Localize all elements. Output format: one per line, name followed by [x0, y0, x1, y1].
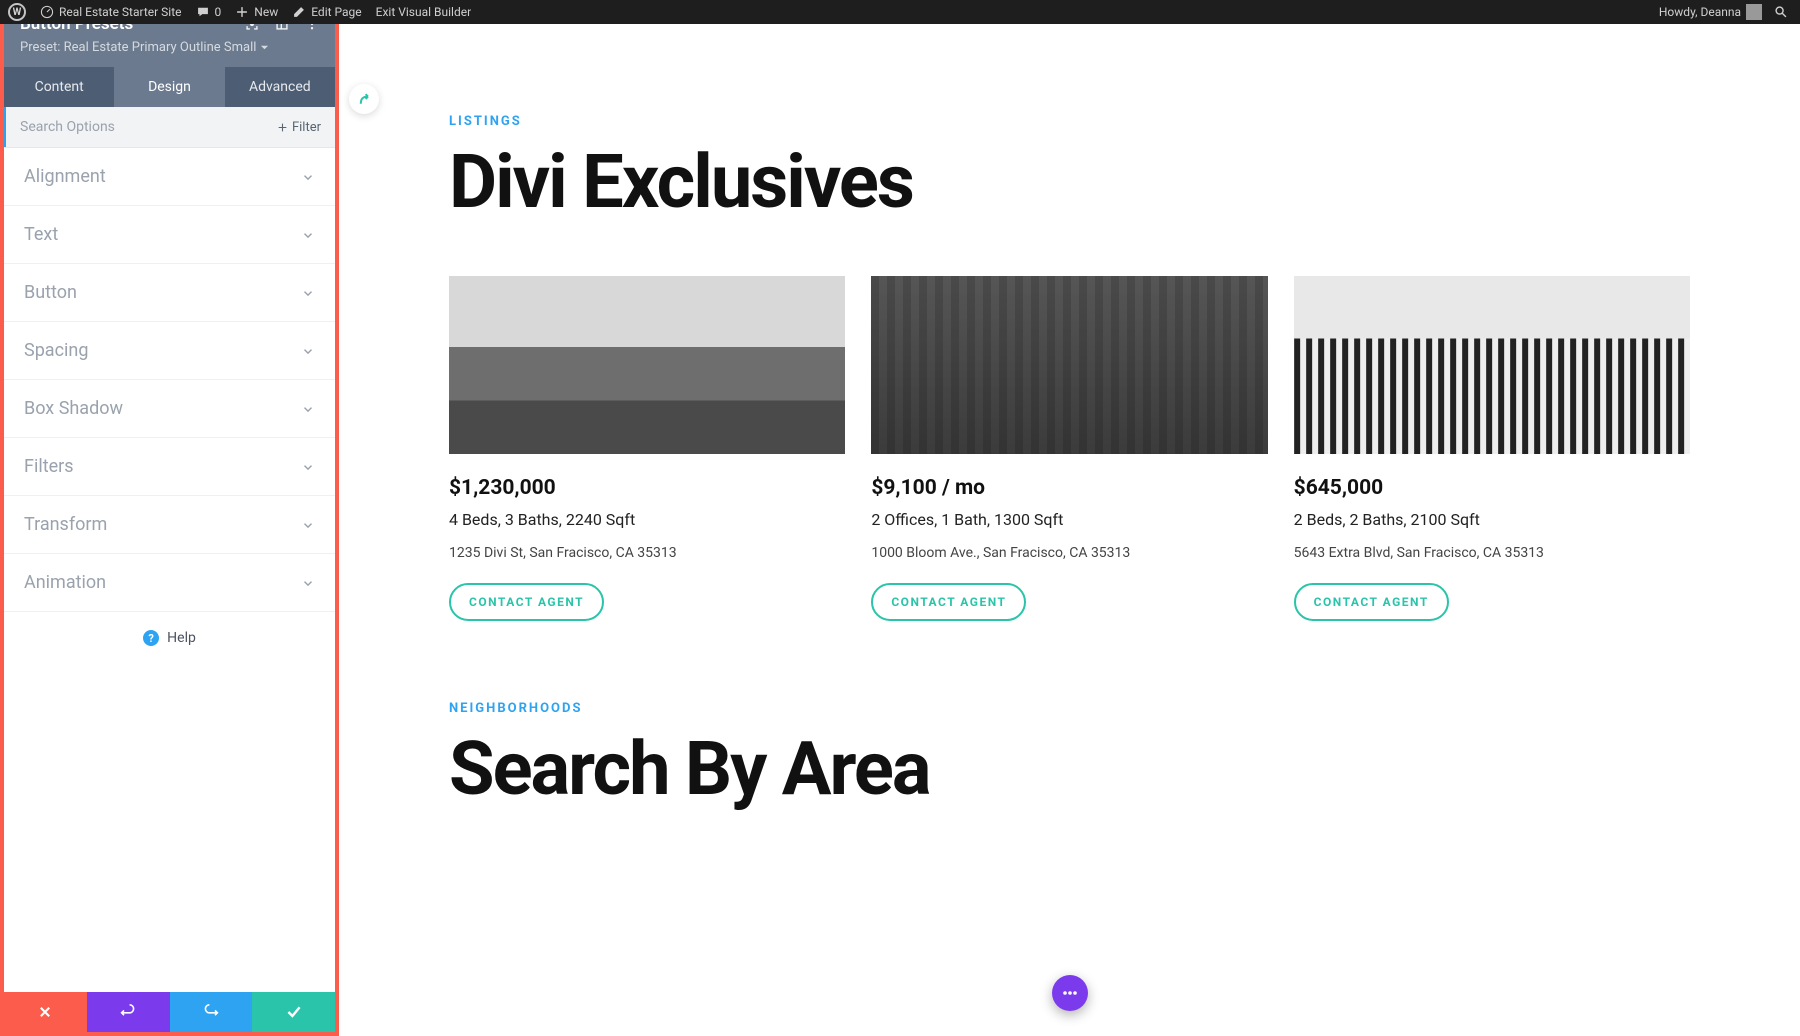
undo-button[interactable] — [87, 992, 170, 1032]
chevron-down-icon — [301, 228, 315, 242]
plus-icon — [277, 122, 288, 133]
section-animation[interactable]: Animation — [4, 554, 335, 612]
listing-image — [449, 276, 845, 454]
listing-price: $1,230,000 — [449, 476, 845, 500]
neighborhoods-eyebrow: NEIGHBORHOODS — [449, 701, 1690, 716]
chevron-down-icon — [301, 576, 315, 590]
drag-handle[interactable] — [349, 84, 379, 114]
listing-image — [1294, 276, 1690, 454]
tab-design[interactable]: Design — [114, 67, 224, 107]
builder-fab[interactable] — [1052, 975, 1088, 1011]
plus-icon — [235, 5, 249, 19]
pencil-icon — [292, 5, 306, 19]
settings-panel: Button Presets Preset: Real Estate Prima… — [0, 0, 339, 1036]
new-label: New — [254, 5, 278, 19]
filter-label: Filter — [292, 120, 321, 135]
listings-title: Divi Exclusives — [449, 139, 1690, 226]
chevron-down-icon — [301, 518, 315, 532]
listing-specs: 4 Beds, 3 Baths, 2240 Sqft — [449, 510, 845, 529]
close-icon — [38, 1005, 52, 1019]
listing-price: $9,100 / mo — [871, 476, 1267, 500]
chevron-down-icon — [301, 170, 315, 184]
site-name-text: Real Estate Starter Site — [59, 5, 182, 19]
exit-visual-builder-button[interactable]: Exit Visual Builder — [376, 5, 472, 19]
chevron-down-icon — [301, 344, 315, 358]
listing-card: $1,230,000 4 Beds, 3 Baths, 2240 Sqft 12… — [449, 276, 845, 621]
panel-footer — [4, 992, 335, 1032]
wp-admin-bar: W Real Estate Starter Site 0 New Edit Pa… — [0, 0, 1800, 24]
redo-icon — [203, 1004, 219, 1020]
comments-link[interactable]: 0 — [196, 5, 222, 19]
contact-agent-button[interactable]: CONTACT AGENT — [1294, 583, 1449, 621]
listings-grid: $1,230,000 4 Beds, 3 Baths, 2240 Sqft 12… — [449, 276, 1690, 621]
edit-page-label: Edit Page — [311, 5, 361, 19]
section-filters[interactable]: Filters — [4, 438, 335, 496]
page-content: LISTINGS Divi Exclusives $1,230,000 4 Be… — [339, 24, 1800, 1036]
save-button[interactable] — [252, 992, 335, 1032]
listing-address: 1235 Divi St, San Fracisco, CA 35313 — [449, 545, 845, 561]
help-label: Help — [167, 630, 196, 646]
neighborhoods-section: NEIGHBORHOODS Search By Area — [449, 701, 1690, 813]
arrow-up-icon — [356, 91, 372, 107]
chevron-down-icon — [260, 43, 269, 52]
section-button[interactable]: Button — [4, 264, 335, 322]
undo-icon — [120, 1004, 136, 1020]
dashboard-icon — [40, 5, 54, 19]
filter-button[interactable]: Filter — [263, 120, 335, 135]
tab-advanced[interactable]: Advanced — [225, 67, 335, 107]
preset-select[interactable]: Preset: Real Estate Primary Outline Smal… — [20, 40, 319, 55]
check-icon — [286, 1004, 302, 1020]
listing-address: 5643 Extra Blvd, San Fracisco, CA 35313 — [1294, 545, 1690, 561]
greeting-text: Howdy, Deanna — [1659, 5, 1741, 19]
help-button[interactable]: ? Help — [4, 612, 335, 664]
tab-content[interactable]: Content — [4, 67, 114, 107]
sections-list: Alignment Text Button Spacing Box Shadow… — [4, 148, 335, 992]
listing-specs: 2 Beds, 2 Baths, 2100 Sqft — [1294, 510, 1690, 529]
new-content-button[interactable]: New — [235, 5, 278, 19]
account-link[interactable]: Howdy, Deanna — [1659, 4, 1762, 20]
comment-count: 0 — [215, 5, 222, 19]
listing-price: $645,000 — [1294, 476, 1690, 500]
contact-agent-button[interactable]: CONTACT AGENT — [449, 583, 604, 621]
section-spacing[interactable]: Spacing — [4, 322, 335, 380]
chevron-down-icon — [301, 460, 315, 474]
ellipsis-icon — [1060, 983, 1080, 1003]
search-icon — [1774, 5, 1788, 19]
wp-logo[interactable]: W — [8, 3, 26, 21]
site-name-link[interactable]: Real Estate Starter Site — [40, 5, 182, 19]
cancel-button[interactable] — [4, 992, 87, 1032]
comment-icon — [196, 5, 210, 19]
preset-label: Preset: Real Estate Primary Outline Smal… — [20, 40, 256, 55]
listing-card: $9,100 / mo 2 Offices, 1 Bath, 1300 Sqft… — [871, 276, 1267, 621]
section-box-shadow[interactable]: Box Shadow — [4, 380, 335, 438]
neighborhoods-title: Search By Area — [449, 726, 1690, 813]
listings-eyebrow: LISTINGS — [449, 114, 1690, 129]
listing-address: 1000 Bloom Ave., San Fracisco, CA 35313 — [871, 545, 1267, 561]
section-text[interactable]: Text — [4, 206, 335, 264]
section-alignment[interactable]: Alignment — [4, 148, 335, 206]
search-row: Filter — [4, 107, 335, 148]
exit-builder-label: Exit Visual Builder — [376, 5, 472, 19]
search-input[interactable] — [4, 107, 263, 147]
section-transform[interactable]: Transform — [4, 496, 335, 554]
redo-button[interactable] — [170, 992, 253, 1032]
listing-image — [871, 276, 1267, 454]
chevron-down-icon — [301, 286, 315, 300]
listing-specs: 2 Offices, 1 Bath, 1300 Sqft — [871, 510, 1267, 529]
search-toggle[interactable] — [1774, 5, 1788, 19]
avatar — [1746, 4, 1762, 20]
edit-page-button[interactable]: Edit Page — [292, 5, 361, 19]
help-icon: ? — [143, 630, 159, 646]
chevron-down-icon — [301, 402, 315, 416]
contact-agent-button[interactable]: CONTACT AGENT — [871, 583, 1026, 621]
panel-tabs: Content Design Advanced — [4, 67, 335, 107]
listing-card: $645,000 2 Beds, 2 Baths, 2100 Sqft 5643… — [1294, 276, 1690, 621]
